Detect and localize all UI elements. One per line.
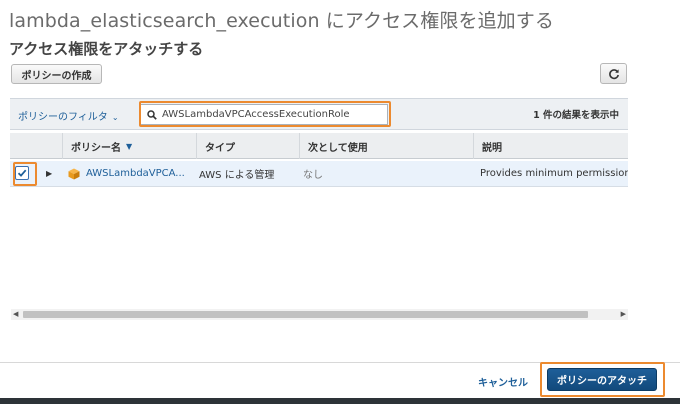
policy-cube-icon (68, 168, 80, 179)
policy-name-link[interactable]: AWSLambdaVPCA... (68, 161, 196, 186)
refresh-icon (608, 68, 619, 79)
checkmark-icon (17, 169, 27, 177)
table-header: ポリシー名 ▼ タイプ 次として使用 説明 (10, 133, 628, 159)
horizontal-scrollbar[interactable]: ◀ ▶ (11, 309, 628, 320)
section-title: アクセス権限をアタッチする (9, 40, 204, 58)
policy-filter-label: ポリシーのフィルタ (18, 112, 108, 123)
expand-row-icon[interactable]: ▶ (46, 169, 52, 178)
search-box[interactable] (140, 104, 388, 125)
policy-type-cell: AWS による管理 (199, 170, 275, 181)
filter-bar: ポリシーのフィルタ⌄ 1 件の結果を表示中 (10, 98, 628, 130)
column-header-policy-name-label: ポリシー名 (71, 142, 121, 154)
taskbar-strip (0, 398, 680, 404)
table-row[interactable]: ▶ AWSLambdaVPCA... AWS による管理 なし Provides… (10, 161, 628, 187)
column-header-description[interactable]: 説明 (473, 133, 628, 159)
policy-name-text: AWSLambdaVPCA... (86, 168, 185, 179)
scroll-right-icon[interactable]: ▶ (621, 310, 626, 318)
column-header-policy-name[interactable]: ポリシー名 ▼ (62, 133, 196, 159)
policy-used-as-cell: なし (303, 170, 323, 181)
column-header-type[interactable]: タイプ (196, 133, 299, 159)
attach-policy-button[interactable]: ポリシーのアタッチ (547, 368, 657, 391)
policy-filter-dropdown[interactable]: ポリシーのフィルタ ⌄ (18, 108, 119, 123)
result-count: 1 件の結果を表示中 (533, 110, 619, 121)
row-select-checkbox[interactable] (15, 166, 29, 180)
policy-description-cell: Provides minimum permissions fo (480, 168, 628, 179)
search-icon (147, 109, 157, 120)
chevron-down-icon: ⌄ (111, 113, 119, 122)
refresh-button[interactable] (600, 63, 627, 84)
column-header-used-as[interactable]: 次として使用 (299, 133, 473, 159)
scroll-left-icon[interactable]: ◀ (13, 310, 18, 318)
search-input[interactable] (162, 109, 382, 120)
cancel-button[interactable]: キャンセル (478, 374, 528, 389)
scrollbar-thumb[interactable] (23, 311, 588, 318)
create-policy-button[interactable]: ポリシーの作成 (11, 64, 102, 84)
footer-divider (0, 362, 680, 363)
sort-descending-icon: ▼ (126, 141, 133, 151)
page-title: lambda_elasticsearch_execution にアクセス権限を追… (9, 10, 554, 32)
